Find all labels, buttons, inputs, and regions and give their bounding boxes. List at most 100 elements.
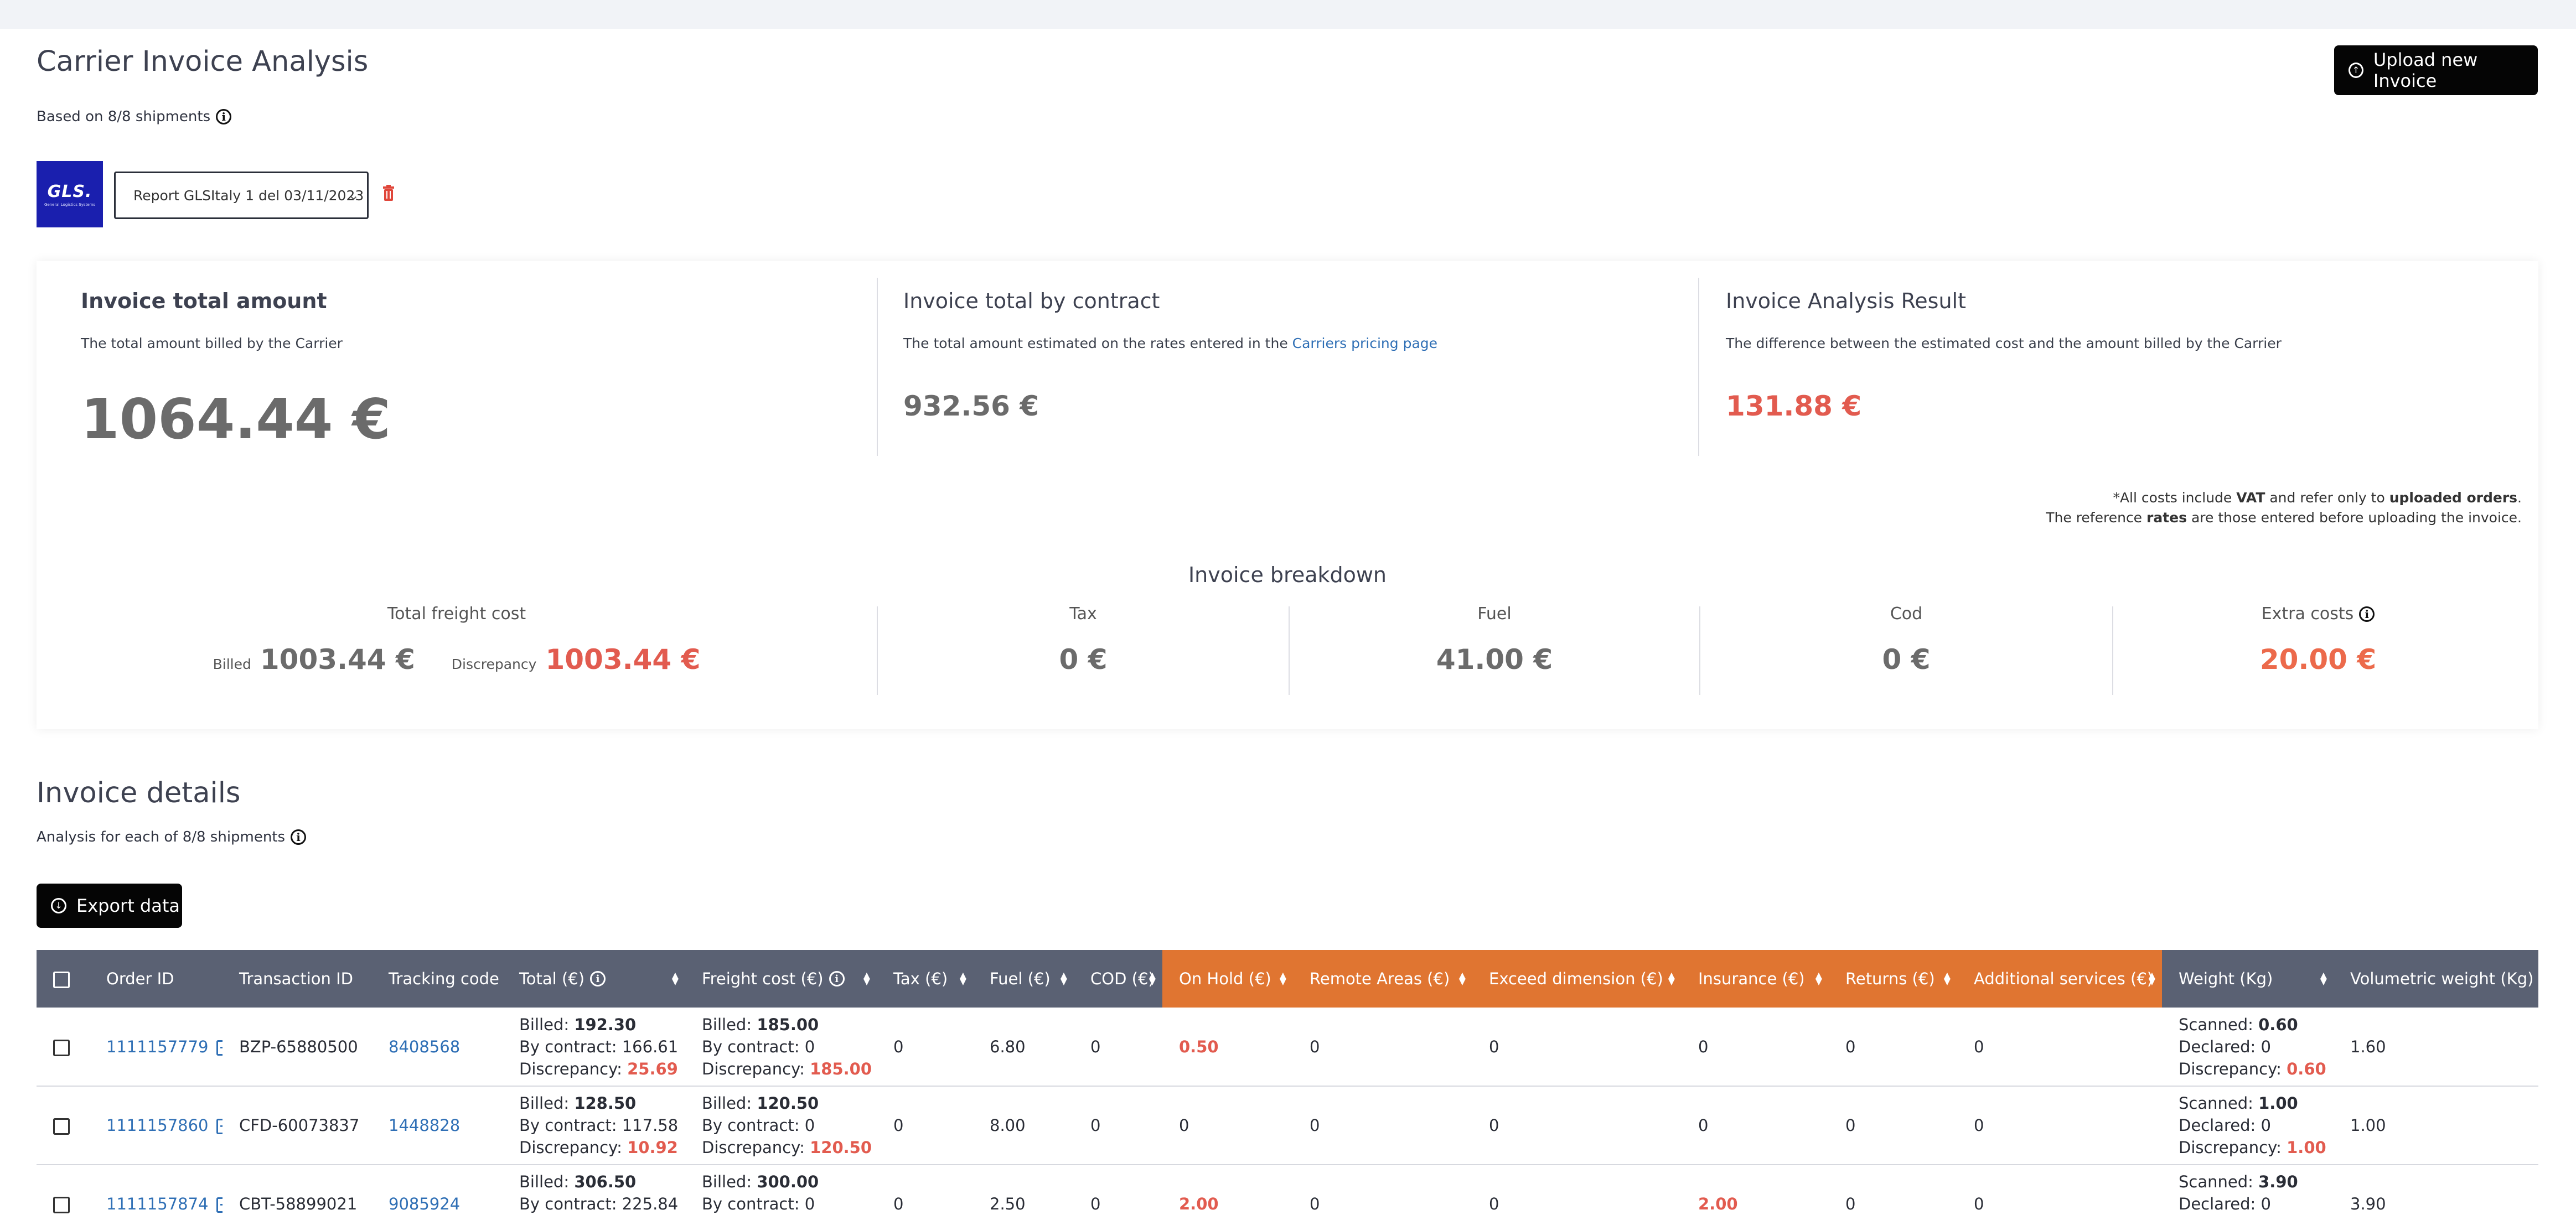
on-hold-cell: 0.50 xyxy=(1162,1008,1293,1087)
invoice-details-table: Order ID Transaction ID Tracking code To… xyxy=(37,950,2538,1215)
col-insurance[interactable]: Insurance (€) ▲ ▼ xyxy=(1682,950,1829,1008)
sort-icon[interactable]: ▲ ▼ xyxy=(2320,971,2327,986)
weight-cell: Scanned: 3.90 Declared: 0 Discrepancy: xyxy=(2162,1165,2334,1215)
export-data-button[interactable]: ↓ Export data xyxy=(37,884,182,928)
tax-breakdown: Tax 0 € xyxy=(878,604,1289,676)
insurance-cell: 2.00 xyxy=(1682,1165,1829,1215)
upload-invoice-button[interactable]: ↑ Upload new Invoice xyxy=(2334,45,2538,95)
col-remote-areas[interactable]: Remote Areas (€) ▲ ▼ xyxy=(1293,950,1472,1008)
table-row: 1111157779 + BZP-65880500 8408568 Billed:… xyxy=(37,1008,2538,1087)
sort-icon[interactable]: ▲ ▼ xyxy=(1459,971,1466,986)
add-note-icon[interactable]: + xyxy=(216,1119,223,1134)
trash-icon[interactable] xyxy=(382,185,395,201)
fuel-value: 41.00 € xyxy=(1436,643,1553,676)
analysis-result-title: Invoice Analysis Result xyxy=(1726,289,1966,313)
select-all-header xyxy=(37,950,90,1008)
vat-note-line-2: The reference rates are those entered be… xyxy=(2046,510,2522,526)
tracking-link[interactable]: 1448828 xyxy=(389,1116,460,1135)
sort-icon[interactable]: ▲ ▼ xyxy=(1149,971,1156,986)
exceed-cell: 0 xyxy=(1472,1165,1682,1215)
additional-cell: 0 xyxy=(1957,1008,2162,1087)
sort-icon[interactable]: ▲ ▼ xyxy=(2149,971,2155,986)
col-order-id: Order ID xyxy=(90,950,223,1008)
sort-icon[interactable]: ▲ ▼ xyxy=(863,971,870,986)
extra-costs-label: Extra costs xyxy=(2261,604,2354,624)
discrepancy-label: Discrepancy xyxy=(451,656,537,672)
col-additional-services[interactable]: Additional services (€) ▲ ▼ xyxy=(1957,950,2162,1008)
info-icon[interactable]: i xyxy=(2359,606,2375,622)
order-id-link[interactable]: 1111157779 xyxy=(106,1037,209,1056)
tracking-link[interactable]: 8408568 xyxy=(389,1037,460,1056)
col-exceed-dimension[interactable]: Exceed dimension (€) ▲ ▼ xyxy=(1472,950,1682,1008)
tax-cell: 0 xyxy=(877,1165,973,1215)
transaction-id: BZP-65880500 xyxy=(223,1008,372,1087)
carrier-logo: GLS. General Logistics Systems xyxy=(37,161,103,227)
freight-breakdown: Total freight cost Billed 1003.44 € Disc… xyxy=(37,604,877,676)
additional-cell: 0 xyxy=(1957,1165,2162,1215)
analysis-result-block: Invoice Analysis Result The difference b… xyxy=(1726,289,2282,422)
col-volumetric-weight[interactable]: Volumetric weight (Kg) xyxy=(2334,950,2538,1008)
insurance-cell: 0 xyxy=(1682,1008,1829,1087)
add-note-icon[interactable]: + xyxy=(216,1040,223,1056)
billed-value: 1003.44 € xyxy=(260,643,415,676)
returns-cell: 0 xyxy=(1829,1165,1957,1215)
order-id-link[interactable]: 1111157874 xyxy=(106,1195,209,1213)
vat-note-line-1: *All costs include VAT and refer only to… xyxy=(2113,490,2522,506)
tax-cell: 0 xyxy=(877,1008,973,1087)
sort-icon[interactable]: ▲ ▼ xyxy=(672,971,679,986)
col-cod[interactable]: COD (€) ▲ ▼ xyxy=(1074,950,1162,1008)
invoice-details-subtitle: Analysis for each of 8/8 shipments i xyxy=(37,829,307,845)
info-icon[interactable]: i xyxy=(829,971,845,986)
divider xyxy=(1698,278,1699,456)
report-select[interactable]: Report GLSItaly 1 del 03/11/2023 ⌄ xyxy=(114,172,369,219)
col-tax[interactable]: Tax (€) ▲ ▼ xyxy=(877,950,973,1008)
row-checkbox[interactable] xyxy=(53,1039,70,1056)
returns-cell: 0 xyxy=(1829,1008,1957,1087)
sort-icon[interactable]: ▲ ▼ xyxy=(1280,971,1286,986)
remote-cell: 0 xyxy=(1293,1008,1472,1087)
sort-icon[interactable]: ▲ ▼ xyxy=(960,971,966,986)
invoice-details-table-wrapper[interactable]: Order ID Transaction ID Tracking code To… xyxy=(37,950,2538,1215)
table-header-row: Order ID Transaction ID Tracking code To… xyxy=(37,950,2538,1008)
shipments-subtitle-text: Based on 8/8 shipments xyxy=(37,108,211,125)
breakdown-title: Invoice breakdown xyxy=(1188,563,1387,587)
col-fuel[interactable]: Fuel (€) ▲ ▼ xyxy=(973,950,1074,1008)
row-checkbox[interactable] xyxy=(53,1197,70,1213)
add-note-icon[interactable]: + xyxy=(216,1197,223,1213)
extra-costs-label-row: Extra costs i xyxy=(2113,604,2523,624)
sort-icon[interactable]: ▲ ▼ xyxy=(1815,971,1822,986)
vat-note: *All costs include VAT and refer only to… xyxy=(2046,488,2522,528)
chevron-down-icon: ⌄ xyxy=(348,188,359,203)
transaction-id: CFD-60073837 xyxy=(223,1086,372,1165)
upload-invoice-label: Upload new Invoice xyxy=(2373,49,2478,91)
additional-cell: 0 xyxy=(1957,1086,2162,1165)
fuel-breakdown: Fuel 41.00 € xyxy=(1290,604,1699,676)
tracking-link[interactable]: 9085924 xyxy=(389,1195,460,1213)
col-freight-cost[interactable]: Freight cost (€) i ▲ ▼ xyxy=(685,950,877,1008)
order-id-link[interactable]: 1111157860 xyxy=(106,1116,209,1135)
carriers-pricing-link[interactable]: Carriers pricing page xyxy=(1292,335,1437,351)
col-total[interactable]: Total (€) i ▲ ▼ xyxy=(503,950,685,1008)
freight-values: Billed 1003.44 € Discrepancy 1003.44 € xyxy=(37,643,877,676)
on-hold-cell: 2.00 xyxy=(1162,1165,1293,1215)
volumetric-cell: 1.00 xyxy=(2334,1086,2538,1165)
sort-icon[interactable]: ▲ ▼ xyxy=(1944,971,1951,986)
col-returns[interactable]: Returns (€) ▲ ▼ xyxy=(1829,950,1957,1008)
cod-cell: 0 xyxy=(1074,1008,1162,1087)
info-icon[interactable]: i xyxy=(291,829,307,845)
row-checkbox[interactable] xyxy=(53,1118,70,1135)
info-icon[interactable]: i xyxy=(590,971,606,986)
volumetric-cell: 1.60 xyxy=(2334,1008,2538,1087)
sort-icon[interactable]: ▲ ▼ xyxy=(1061,971,1067,986)
col-weight[interactable]: Weight (Kg) ▲ ▼ xyxy=(2162,950,2334,1008)
sort-icon[interactable]: ▲ ▼ xyxy=(1668,971,1675,986)
col-on-hold[interactable]: On Hold (€) ▲ ▼ xyxy=(1162,950,1293,1008)
total-cell: Billed: 192.30 By contract: 166.61 Discr… xyxy=(503,1008,685,1087)
info-icon[interactable]: i xyxy=(216,109,232,124)
download-icon: ↓ xyxy=(51,898,66,913)
freight-cell: Billed: 120.50 By contract: 0 Discrepanc… xyxy=(685,1086,877,1165)
tax-label: Tax xyxy=(1069,604,1097,624)
remote-cell: 0 xyxy=(1293,1086,1472,1165)
select-all-checkbox[interactable] xyxy=(53,972,70,988)
col-transaction-id: Transaction ID xyxy=(223,950,372,1008)
